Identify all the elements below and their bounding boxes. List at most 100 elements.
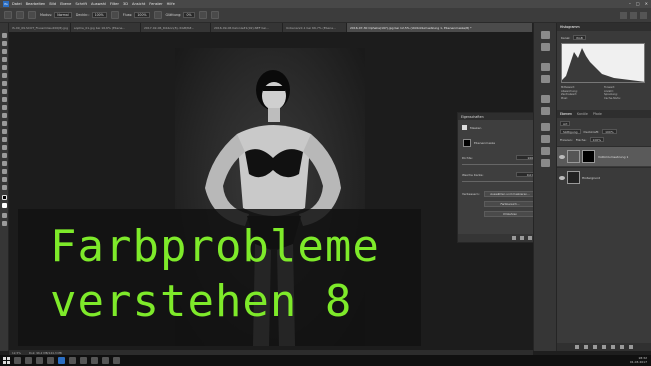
pressure-opacity-icon[interactable] bbox=[110, 11, 119, 19]
mode-select[interactable]: Normal bbox=[54, 12, 72, 18]
feather-slider[interactable] bbox=[462, 181, 538, 182]
properties-panel-header[interactable]: Eigenschaften ≡ bbox=[458, 113, 542, 120]
layer-mask-thumbnail[interactable] bbox=[582, 150, 595, 163]
share-icon[interactable] bbox=[640, 11, 647, 19]
move-tool-icon[interactable] bbox=[2, 33, 7, 38]
mail-icon[interactable] bbox=[80, 357, 87, 364]
select-and-mask-button[interactable]: Auswählen und maskieren... bbox=[484, 191, 536, 197]
windows-start-icon[interactable] bbox=[3, 357, 10, 364]
crop-tool-icon[interactable] bbox=[2, 65, 7, 70]
tab-document-3[interactable]: 2017-02-06_Ribbon(8), RGB/8#... bbox=[141, 23, 211, 32]
adjustment-icon[interactable] bbox=[602, 345, 606, 349]
visibility-eye-icon[interactable] bbox=[559, 175, 565, 180]
search-icon[interactable] bbox=[14, 357, 21, 364]
lightroom-taskbar-icon[interactable] bbox=[69, 357, 76, 364]
layer-opacity-input[interactable]: 100% bbox=[602, 129, 617, 134]
menu-item-hilfe[interactable]: Hilfe bbox=[167, 2, 175, 6]
styles-panel-icon[interactable] bbox=[541, 107, 550, 115]
brush-size-icon[interactable] bbox=[16, 11, 24, 19]
close-icon[interactable]: ✕ bbox=[645, 1, 648, 6]
settings-icon[interactable] bbox=[113, 357, 120, 364]
lasso-tool-icon[interactable] bbox=[2, 49, 7, 54]
visibility-eye-icon[interactable] bbox=[528, 236, 532, 240]
character-panel-icon[interactable] bbox=[541, 147, 550, 155]
layer-kind-select[interactable]: Art bbox=[560, 121, 571, 126]
clone-stamp-tool-icon[interactable] bbox=[2, 97, 7, 102]
zoom-tool-icon[interactable] bbox=[2, 185, 7, 190]
menu-item-filter[interactable]: Filter bbox=[110, 2, 119, 6]
blend-mode-select[interactable]: Sättigung bbox=[560, 129, 581, 134]
menu-item-schrift[interactable]: Schrift bbox=[75, 2, 87, 6]
invert-button[interactable]: Umkehren bbox=[484, 211, 536, 217]
task-view-icon[interactable] bbox=[25, 357, 32, 364]
brush-tool-icon[interactable] bbox=[2, 89, 7, 94]
history-panel-icon[interactable] bbox=[541, 31, 550, 39]
gradient-tool-icon[interactable] bbox=[2, 121, 7, 126]
fill-input[interactable]: 100% bbox=[589, 137, 605, 142]
marquee-tool-icon[interactable] bbox=[2, 41, 7, 46]
brush-panel-icon[interactable] bbox=[28, 11, 36, 19]
tab-paths[interactable]: Pfade bbox=[593, 112, 602, 116]
tab-channels[interactable]: Kanäle bbox=[577, 112, 588, 116]
eraser-tool-icon[interactable] bbox=[2, 113, 7, 118]
menu-item-bearbeiten[interactable]: Bearbeiten bbox=[26, 2, 46, 6]
photoshop-taskbar-icon[interactable] bbox=[58, 357, 65, 364]
tab-document-4[interactable]: 2016-09-06 Kalonis#1(92).NEF bei... bbox=[211, 23, 283, 32]
background-color-swatch[interactable] bbox=[2, 203, 7, 208]
paragraph-panel-icon[interactable] bbox=[541, 159, 550, 167]
quick-select-tool-icon[interactable] bbox=[2, 57, 7, 62]
actions-panel-icon[interactable] bbox=[541, 43, 550, 51]
path-select-tool-icon[interactable] bbox=[2, 161, 7, 166]
zoom-level[interactable]: 12,5% bbox=[12, 351, 21, 355]
shape-tool-icon[interactable] bbox=[2, 169, 7, 174]
tab-layers[interactable]: Ebenen bbox=[560, 112, 572, 116]
flow-input[interactable]: 100% bbox=[134, 12, 150, 18]
swatches-panel-icon[interactable] bbox=[541, 75, 550, 83]
density-slider[interactable] bbox=[462, 164, 538, 165]
tab-document-active[interactable]: 2016-07-30 Ophelia(197).jpg bei 12,5% (V… bbox=[347, 23, 533, 32]
smoothing-input[interactable]: 0% bbox=[183, 12, 195, 18]
channel-select[interactable]: RGB bbox=[573, 35, 586, 40]
search-icon[interactable] bbox=[620, 11, 627, 19]
tab-document-2[interactable]: sophie_01.jpg bei 16,6% (Ebene... bbox=[71, 23, 141, 32]
maximize-icon[interactable]: □ bbox=[636, 1, 640, 6]
hand-tool-icon[interactable] bbox=[2, 177, 7, 182]
color-panel-icon[interactable] bbox=[541, 63, 550, 71]
workspace-icon[interactable] bbox=[630, 11, 637, 19]
menu-item-bild[interactable]: Bild bbox=[49, 2, 56, 6]
menu-item-auswahl[interactable]: Auswahl bbox=[91, 2, 106, 6]
trash-icon[interactable] bbox=[629, 345, 633, 349]
tab-document-5[interactable]: Unbenannt-1 bei 66,7% (Ebene... bbox=[283, 23, 347, 32]
visibility-eye-icon[interactable] bbox=[559, 154, 565, 159]
menu-item-datei[interactable]: Datei bbox=[12, 2, 22, 6]
apply-mask-icon[interactable] bbox=[520, 236, 524, 240]
tab-histogram[interactable]: Histogramm bbox=[560, 25, 580, 29]
quick-mask-icon[interactable] bbox=[2, 213, 7, 218]
properties-panel-icon[interactable] bbox=[541, 123, 550, 131]
type-tool-icon[interactable] bbox=[2, 153, 7, 158]
menu-item-3d[interactable]: 3D bbox=[123, 2, 128, 6]
foreground-color-swatch[interactable] bbox=[2, 195, 7, 200]
pressure-size-icon[interactable] bbox=[210, 11, 219, 19]
folder-icon[interactable] bbox=[611, 345, 615, 349]
fx-icon[interactable] bbox=[584, 345, 588, 349]
browser-icon[interactable] bbox=[47, 357, 54, 364]
menu-item-ansicht[interactable]: Ansicht bbox=[132, 2, 145, 6]
system-tray-clock[interactable]: 18:32 01.03.2017 bbox=[630, 356, 647, 364]
menu-item-ebene[interactable]: Ebene bbox=[60, 2, 71, 6]
layer-row-vollbildumsetzung[interactable]: Vollbildumsetzung 1 bbox=[557, 146, 651, 166]
eyedropper-tool-icon[interactable] bbox=[2, 73, 7, 78]
menu-item-fenster[interactable]: Fenster bbox=[149, 2, 162, 6]
load-selection-icon[interactable] bbox=[512, 236, 516, 240]
screen-mode-icon[interactable] bbox=[2, 221, 7, 226]
dodge-tool-icon[interactable] bbox=[2, 137, 7, 142]
new-layer-icon[interactable] bbox=[620, 345, 624, 349]
brush-tool-preset-icon[interactable] bbox=[4, 11, 12, 19]
tab-document-1[interactable]: IS-09_09.SCOT_Flussmilieu200(8).jpg bbox=[9, 23, 71, 32]
color-range-button[interactable]: Farbbereich... bbox=[484, 201, 536, 207]
pen-tool-icon[interactable] bbox=[2, 145, 7, 150]
minimize-icon[interactable]: – bbox=[629, 1, 631, 6]
history-brush-tool-icon[interactable] bbox=[2, 105, 7, 110]
brush-settings-icon[interactable] bbox=[541, 135, 550, 143]
layer-row-hintergrund[interactable]: Hintergrund bbox=[557, 167, 651, 187]
